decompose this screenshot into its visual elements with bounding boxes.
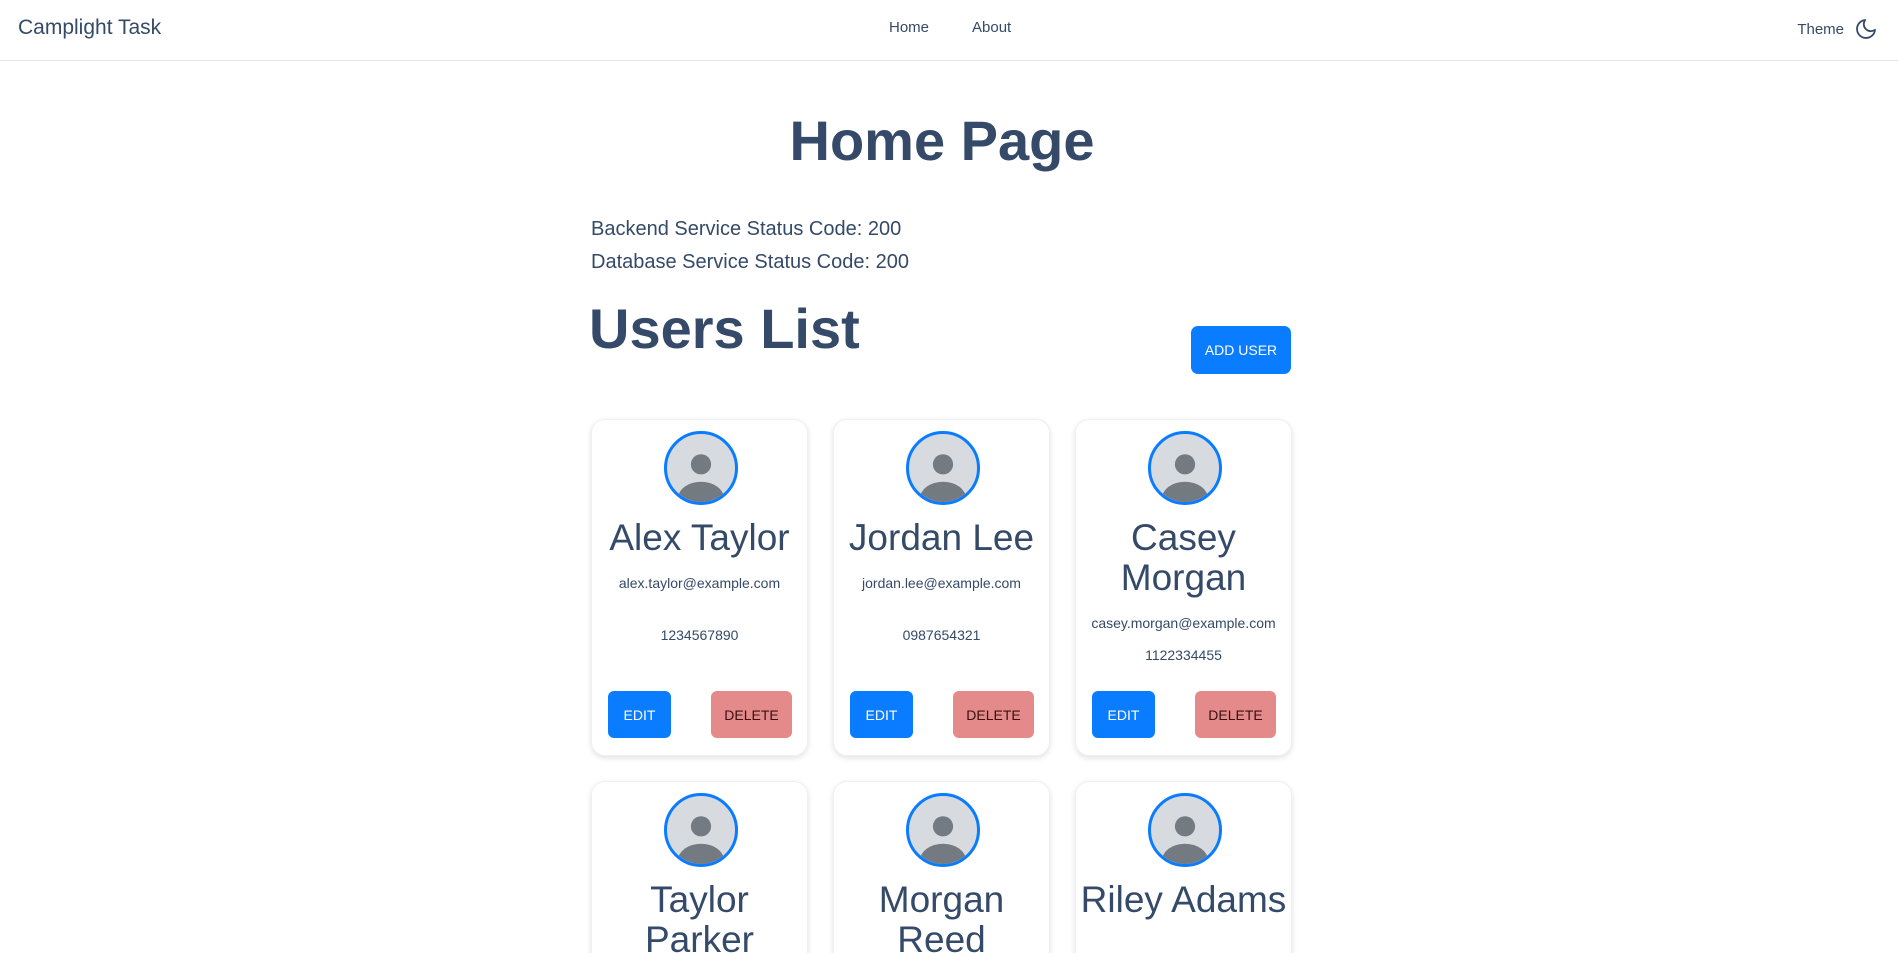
user-avatar-icon xyxy=(678,454,724,502)
user-avatar-icon xyxy=(920,454,966,502)
edit-button[interactable]: EDIT xyxy=(1092,691,1155,738)
user-card: Taylor Parker xyxy=(591,781,808,953)
brand-title[interactable]: Camplight Task xyxy=(18,16,161,40)
user-card: Alex Taylor alex.taylor@example.com 1234… xyxy=(591,419,808,756)
user-card: Casey Morgan casey.morgan@example.com 11… xyxy=(1075,419,1292,756)
avatar xyxy=(1148,793,1222,867)
user-name: Morgan Reed xyxy=(878,879,1005,953)
nav-links: Home About xyxy=(889,19,1011,36)
users-list-title: Users List xyxy=(589,297,860,360)
user-avatar-icon xyxy=(920,816,966,864)
user-phone: 1234567890 xyxy=(660,627,739,643)
nav-link-about[interactable]: About xyxy=(972,19,1011,36)
user-name: Alex Taylor xyxy=(609,517,790,558)
nav-link-home[interactable]: Home xyxy=(889,19,929,36)
theme-toggle[interactable]: Theme xyxy=(1797,17,1878,41)
database-status: Database Service Status Code: 200 xyxy=(591,251,909,273)
add-user-button[interactable]: ADD USER xyxy=(1191,326,1291,374)
user-phone: 1122334455 xyxy=(1145,647,1222,663)
user-avatar-icon xyxy=(1162,816,1208,864)
delete-button[interactable]: DELETE xyxy=(1195,691,1276,738)
user-avatar-icon xyxy=(1162,454,1208,502)
user-email: casey.morgan@example.com xyxy=(1091,615,1276,631)
delete-button[interactable]: DELETE xyxy=(953,691,1034,738)
avatar xyxy=(1148,431,1222,505)
delete-button[interactable]: DELETE xyxy=(711,691,792,738)
avatar xyxy=(906,431,980,505)
moon-icon[interactable] xyxy=(1854,17,1878,41)
user-card: Riley Adams xyxy=(1075,781,1292,953)
user-email: alex.taylor@example.com xyxy=(618,575,781,591)
user-name: Taylor Parker xyxy=(645,879,754,953)
user-card: Jordan Lee jordan.lee@example.com 098765… xyxy=(833,419,1050,756)
navbar: Camplight Task Home About Theme xyxy=(0,0,1898,61)
backend-status: Backend Service Status Code: 200 xyxy=(591,218,902,240)
user-name: Riley Adams xyxy=(1080,879,1287,920)
user-phone: 0987654321 xyxy=(902,627,981,643)
edit-button[interactable]: EDIT xyxy=(850,691,913,738)
user-name: Jordan Lee xyxy=(848,517,1035,558)
edit-button[interactable]: EDIT xyxy=(608,691,671,738)
user-avatar-icon xyxy=(678,816,724,864)
avatar xyxy=(906,793,980,867)
theme-label: Theme xyxy=(1797,20,1844,38)
page-title: Home Page xyxy=(789,109,1095,172)
user-name: Casey Morgan xyxy=(1120,517,1247,598)
avatar xyxy=(664,793,738,867)
user-card: Morgan Reed xyxy=(833,781,1050,953)
avatar xyxy=(664,431,738,505)
user-email: jordan.lee@example.com xyxy=(862,575,1021,591)
